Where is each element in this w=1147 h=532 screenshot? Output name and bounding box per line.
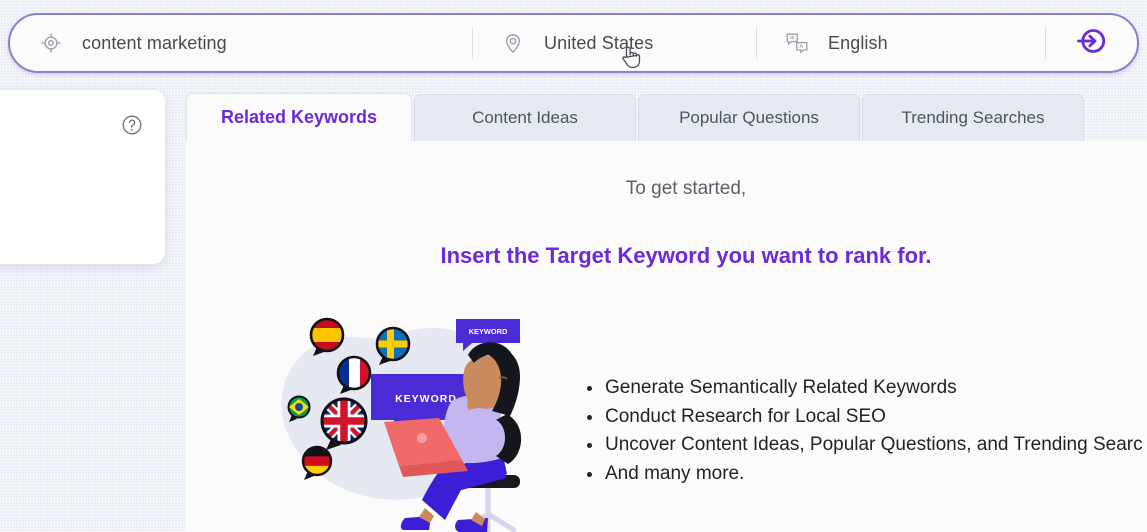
search-submit-button[interactable] [1045, 15, 1137, 71]
location-selector[interactable]: United States [472, 15, 756, 71]
svg-text:A: A [799, 44, 803, 50]
search-bar: content marketing United States क A Engl… [8, 13, 1139, 73]
tab-content-ideas[interactable]: Content Ideas [414, 94, 636, 141]
translate-icon: क A [784, 30, 810, 56]
location-value: United States [544, 32, 654, 53]
keyword-value: content marketing [82, 32, 227, 53]
svg-text:क: क [790, 36, 795, 42]
multilingual-keyword-illustration: KEYWORD KEYWORD [262, 306, 572, 532]
tab-trending-searches[interactable]: Trending Searches [862, 94, 1084, 141]
feature-bullet-list: Generate Semantically Related Keywords C… [585, 374, 1143, 488]
keyword-bubble-label-1: KEYWORD [469, 327, 508, 336]
tab-label: Trending Searches [901, 108, 1045, 127]
insert-keyword-headline: Insert the Target Keyword you want to ra… [440, 243, 932, 268]
keyword-bubble-label-2: KEYWORD [395, 393, 457, 405]
get-started-text: To get started, [625, 178, 747, 199]
tab-related-keywords[interactable]: Related Keywords [186, 93, 412, 141]
list-item: Conduct Research for Local SEO [585, 403, 1143, 432]
tab-label: Content Ideas [472, 108, 578, 127]
tab-bar: Related Keywords Content Ideas Popular Q… [186, 93, 1086, 141]
arrow-into-circle-icon [1074, 24, 1108, 63]
help-card-body: et keyword to [0, 190, 143, 212]
list-item: Generate Semantically Related Keywords [585, 374, 1143, 403]
keyword-help-card: : et keyword to [0, 90, 165, 264]
list-item: And many more. [585, 460, 1143, 489]
target-crosshair-icon [38, 30, 64, 56]
language-selector[interactable]: क A English [756, 15, 1045, 71]
map-pin-icon [500, 30, 526, 56]
question-mark-circle-icon[interactable] [121, 114, 143, 136]
tab-popular-questions[interactable]: Popular Questions [638, 94, 860, 141]
list-item: Uncover Content Ideas, Popular Questions… [585, 431, 1143, 460]
tab-label: Related Keywords [220, 107, 378, 127]
tab-label: Popular Questions [679, 108, 819, 127]
language-value: English [828, 32, 888, 53]
keyword-search-field[interactable]: content marketing [10, 15, 472, 71]
